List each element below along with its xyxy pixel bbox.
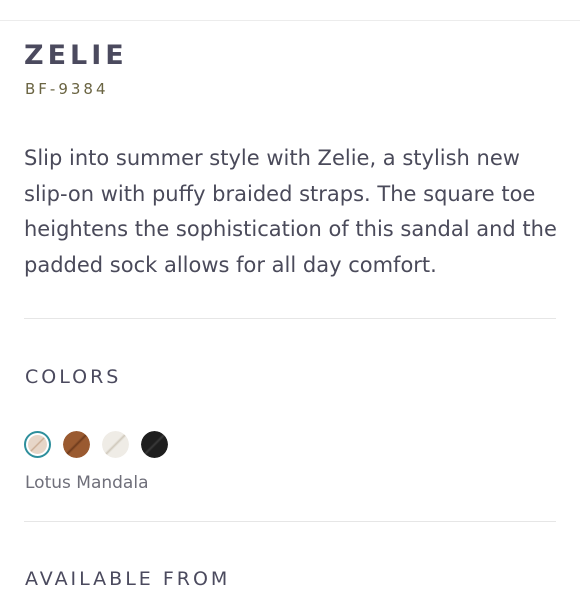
swatch-fill bbox=[102, 431, 129, 458]
colors-heading: COLORS bbox=[25, 366, 122, 388]
available-from-heading: AVAILABLE FROM bbox=[25, 568, 231, 590]
swatch-fill bbox=[28, 435, 47, 454]
selected-color-name: Lotus Mandala bbox=[25, 473, 149, 493]
color-swatch-3[interactable] bbox=[141, 431, 168, 458]
section-divider bbox=[24, 521, 556, 522]
section-divider bbox=[24, 318, 556, 319]
color-swatch-2[interactable] bbox=[102, 431, 129, 458]
swatch-fill bbox=[141, 431, 168, 458]
color-swatch-list bbox=[24, 431, 168, 461]
swatch-fill bbox=[63, 431, 90, 458]
product-sku: BF-9384 bbox=[25, 80, 109, 98]
color-swatch-0[interactable] bbox=[24, 431, 51, 458]
product-name: ZELIE bbox=[24, 40, 128, 71]
product-description: Slip into summer style with Zelie, a sty… bbox=[24, 146, 557, 277]
top-divider bbox=[0, 20, 580, 21]
color-swatch-1[interactable] bbox=[63, 431, 90, 458]
